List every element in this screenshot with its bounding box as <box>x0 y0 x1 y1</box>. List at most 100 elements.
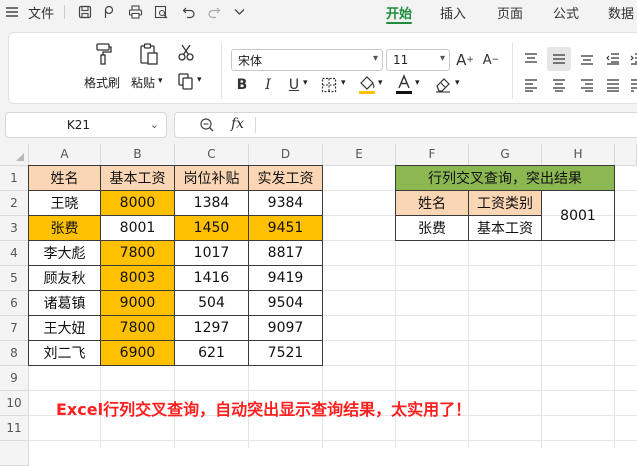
table-cell[interactable]: 9000 <box>101 291 175 316</box>
align-left-icon[interactable] <box>521 75 541 95</box>
chevron-down-icon[interactable]: ⌄ <box>150 118 159 131</box>
table-cell[interactable]: 7800 <box>101 316 175 341</box>
table-cell[interactable]: 顾友秋 <box>28 266 101 291</box>
table-cell[interactable]: 王晓 <box>28 191 101 216</box>
tab-data[interactable]: 数据 <box>608 3 634 22</box>
italic-icon[interactable]: I <box>259 75 277 95</box>
save-icon[interactable] <box>76 2 94 22</box>
insert-function-icon[interactable]: fx <box>231 116 244 132</box>
table-cell[interactable]: 7800 <box>101 241 175 266</box>
table-header-cell[interactable]: 姓名 <box>28 165 101 191</box>
align-bottom-icon[interactable] <box>577 49 597 69</box>
chevron-down-icon[interactable] <box>230 2 248 22</box>
row-header-7[interactable]: 7 <box>0 316 29 341</box>
font-color-dropdown-chevron-icon[interactable]: ▾ <box>415 78 420 88</box>
borders-dropdown-chevron-icon[interactable]: ▾ <box>341 78 346 88</box>
column-header-next[interactable] <box>615 144 637 166</box>
table-cell[interactable]: 9451 <box>249 216 323 241</box>
lookup-type-input[interactable]: 基本工资 <box>469 216 542 241</box>
paste-dropdown-chevron-icon[interactable]: ▾ <box>158 76 163 86</box>
increase-font-size-icon[interactable]: A + <box>455 49 475 71</box>
name-box[interactable]: K21 ⌄ <box>5 112 167 138</box>
file-menu[interactable]: 文件 <box>24 2 58 22</box>
table-cell[interactable]: 诸葛镇 <box>28 291 101 316</box>
print-preview-icon[interactable] <box>152 2 170 22</box>
copy-dropdown-chevron-icon[interactable]: ▾ <box>197 75 202 85</box>
row-header-6[interactable]: 6 <box>0 291 29 316</box>
row-header-1[interactable]: 1 <box>0 166 29 191</box>
font-name-select[interactable]: 宋体 ▾ <box>231 49 383 71</box>
row-header-11[interactable]: 11 <box>0 416 29 441</box>
row-header-2[interactable]: 2 <box>0 191 29 216</box>
table-cell[interactable]: 9097 <box>249 316 323 341</box>
column-header-f[interactable]: F <box>396 144 469 166</box>
column-header-h[interactable]: H <box>542 144 615 166</box>
font-size-select[interactable]: 11 ▾ <box>386 49 450 71</box>
paste-icon[interactable] <box>137 41 161 67</box>
decrease-indent-icon[interactable] <box>603 49 623 69</box>
row-header-8[interactable]: 8 <box>0 341 29 366</box>
clear-dropdown-chevron-icon[interactable]: ▾ <box>455 78 460 88</box>
format-painter-icon[interactable] <box>91 41 115 67</box>
format-painter-label[interactable]: 格式刷 <box>84 74 120 91</box>
font-color-icon[interactable] <box>393 73 415 95</box>
table-cell[interactable]: 刘二飞 <box>28 341 101 366</box>
lookup-name-input[interactable]: 张费 <box>395 216 469 241</box>
column-header-e[interactable]: E <box>323 144 396 166</box>
table-cell[interactable]: 1017 <box>175 241 249 266</box>
tab-home[interactable]: 开始 <box>386 3 412 22</box>
row-header-9[interactable]: 9 <box>0 366 29 391</box>
table-cell[interactable]: 1416 <box>175 266 249 291</box>
tab-page[interactable]: 页面 <box>497 3 523 22</box>
column-header-c[interactable]: C <box>175 144 249 166</box>
table-cell[interactable]: 李大彪 <box>28 241 101 266</box>
print-icon[interactable] <box>126 2 144 22</box>
tab-formulas[interactable]: 公式 <box>553 3 579 22</box>
decrease-font-size-icon[interactable]: A − <box>481 49 501 71</box>
row-header-4[interactable]: 4 <box>0 241 29 266</box>
table-cell[interactable]: 9419 <box>249 266 323 291</box>
lookup-name-header[interactable]: 姓名 <box>395 191 469 216</box>
increase-indent-icon[interactable] <box>627 49 637 69</box>
cut-icon[interactable] <box>176 43 196 63</box>
table-cell[interactable]: 8003 <box>101 266 175 291</box>
table-cell[interactable]: 7521 <box>249 341 323 366</box>
table-cell[interactable]: 621 <box>175 341 249 366</box>
table-cell[interactable]: 王大妞 <box>28 316 101 341</box>
table-cell[interactable]: 9384 <box>249 191 323 216</box>
table-cell[interactable]: 8000 <box>101 191 175 216</box>
zoom-search-icon[interactable] <box>199 117 215 133</box>
select-all-corner[interactable] <box>0 144 29 166</box>
lookup-type-header[interactable]: 工资类别 <box>469 191 542 216</box>
hamburger-menu-icon[interactable] <box>4 2 20 22</box>
column-header-a[interactable]: A <box>29 144 101 166</box>
align-top-icon[interactable] <box>521 49 541 69</box>
table-cell[interactable]: 1384 <box>175 191 249 216</box>
bold-icon[interactable]: B <box>233 75 251 95</box>
row-header-10[interactable]: 10 <box>0 391 29 416</box>
column-header-g[interactable]: G <box>469 144 542 166</box>
align-right-icon[interactable] <box>577 75 597 95</box>
formula-input[interactable]: fx <box>174 112 637 138</box>
table-header-cell[interactable]: 实发工资 <box>249 165 323 191</box>
align-center-icon[interactable] <box>549 75 569 95</box>
justify-icon[interactable] <box>603 75 623 95</box>
redo-icon[interactable] <box>205 2 223 22</box>
underline-icon[interactable]: U <box>285 75 303 95</box>
borders-icon[interactable] <box>319 75 339 95</box>
table-header-cell[interactable]: 基本工资 <box>101 165 175 191</box>
row-header-12[interactable] <box>0 441 29 466</box>
table-cell[interactable]: 9504 <box>249 291 323 316</box>
table-cell[interactable]: 1297 <box>175 316 249 341</box>
result-cell[interactable]: 8001 <box>101 216 175 241</box>
align-middle-icon[interactable] <box>547 47 571 71</box>
paste-label[interactable]: 粘贴 <box>131 74 155 91</box>
copy-icon[interactable] <box>176 71 196 91</box>
table-header-cell[interactable]: 岗位补贴 <box>175 165 249 191</box>
column-header-b[interactable]: B <box>101 144 175 166</box>
table-cell[interactable]: 张费 <box>28 216 101 241</box>
fill-color-icon[interactable] <box>356 73 378 95</box>
tab-insert[interactable]: 插入 <box>440 3 466 22</box>
distributed-align-icon[interactable] <box>627 75 637 95</box>
table-cell[interactable]: 1450 <box>175 216 249 241</box>
